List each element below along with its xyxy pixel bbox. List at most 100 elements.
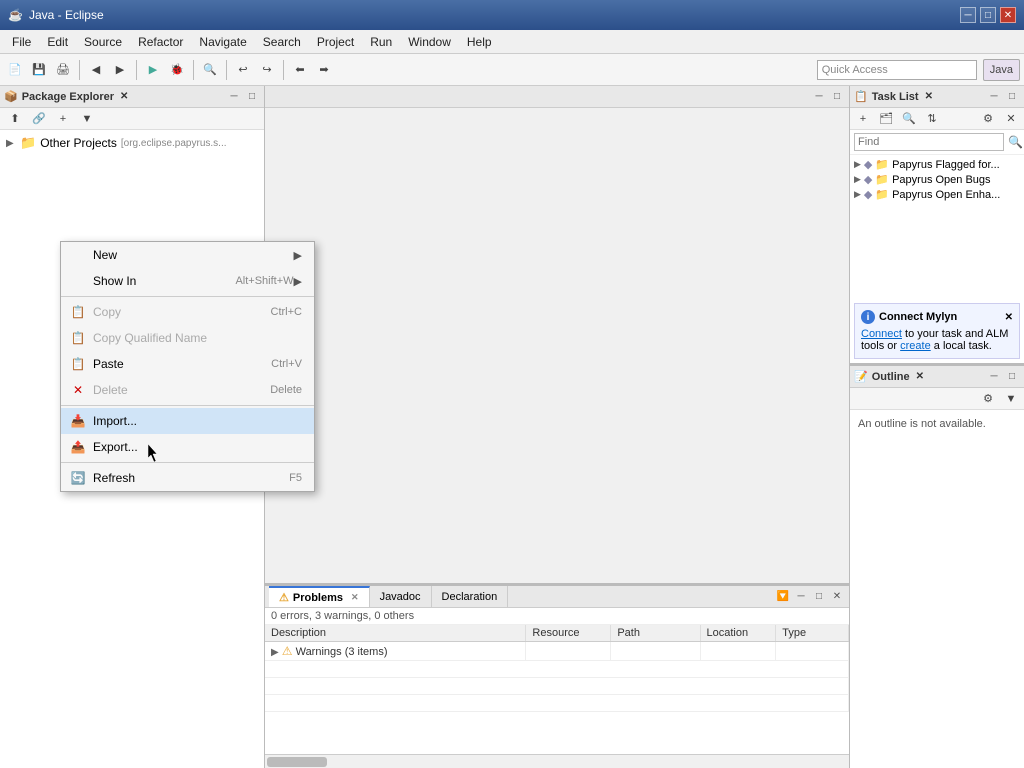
close-button[interactable]: ✕ <box>1000 7 1016 23</box>
tab-javadoc[interactable]: Javadoc <box>370 586 432 607</box>
task-settings-icon[interactable]: ⚙ <box>977 108 999 130</box>
outline-minimize-icon[interactable]: ─ <box>986 369 1002 385</box>
bottom-filter-icon[interactable]: 🔽 <box>775 589 791 605</box>
task-arrow-icon-2: ◆ <box>864 188 872 201</box>
ctx-copy[interactable]: 📋 Copy Ctrl+C <box>61 299 314 325</box>
menu-edit[interactable]: Edit <box>39 33 76 51</box>
task-item-2[interactable]: ▶ ◆ 📁 Papyrus Open Enha... <box>852 187 1022 202</box>
task-list-maximize-icon[interactable]: □ <box>1004 89 1020 105</box>
create-link[interactable]: create <box>900 340 931 352</box>
outline-close-icon[interactable]: ✕ <box>916 371 924 382</box>
menu-project[interactable]: Project <box>309 33 362 51</box>
ctx-import[interactable]: 📥 Import... <box>61 408 314 434</box>
toolbar-redo[interactable]: ↪ <box>256 59 278 81</box>
table-row[interactable]: ▶ ⚠ Warnings (3 items) <box>265 642 849 661</box>
menu-search[interactable]: Search <box>255 33 309 51</box>
maximize-button[interactable]: □ <box>980 7 996 23</box>
center-maximize-icon[interactable]: □ <box>829 89 845 105</box>
menu-refactor[interactable]: Refactor <box>130 33 191 51</box>
quick-access-input[interactable]: Quick Access <box>817 60 977 80</box>
toolbar-back[interactable]: ◀ <box>85 59 107 81</box>
bottom-maximize-icon[interactable]: □ <box>811 589 827 605</box>
ctx-paste-shortcut: Ctrl+V <box>271 358 302 370</box>
task-list-header: 📋 Task List ✕ ─ □ <box>850 86 1024 108</box>
scroll-thumb[interactable] <box>267 757 327 767</box>
ctx-show-in[interactable]: Show In Alt+Shift+W ▶ <box>61 268 314 294</box>
ctx-refresh-label: Refresh <box>93 471 289 485</box>
outline-settings-icon[interactable]: ⚙ <box>977 388 999 410</box>
minimize-button[interactable]: ─ <box>960 7 976 23</box>
ctx-refresh[interactable]: 🔄 Refresh F5 <box>61 465 314 491</box>
menu-file[interactable]: File <box>4 33 39 51</box>
task-repo-icon[interactable]: 🗂 <box>875 108 897 130</box>
task-find-bar: 🔍 All ▶ Activ... <box>850 130 1024 155</box>
task-item-1[interactable]: ▶ ◆ 📁 Papyrus Open Bugs <box>852 172 1022 187</box>
ctx-delete[interactable]: ✕ Delete Delete <box>61 377 314 403</box>
task-find-input[interactable] <box>854 133 1004 151</box>
task-list-minimize-icon[interactable]: ─ <box>986 89 1002 105</box>
menu-navigate[interactable]: Navigate <box>191 33 254 51</box>
view-menu-icon[interactable]: ▼ <box>76 108 98 130</box>
ctx-copy-qualified-label: Copy Qualified Name <box>93 331 302 345</box>
menu-source[interactable]: Source <box>76 33 130 51</box>
package-explorer-close-icon[interactable]: ✕ <box>120 91 128 102</box>
toolbar-undo[interactable]: ↩ <box>232 59 254 81</box>
bottom-minimize-icon[interactable]: ─ <box>793 589 809 605</box>
ctx-copy-qualified-icon: 📋 <box>69 329 87 347</box>
task-new-icon[interactable]: + <box>852 108 874 130</box>
tree-item-other-projects[interactable]: ▶ 📁 Other Projects [org.eclipse.papyrus.… <box>4 134 260 152</box>
row-location <box>700 642 776 661</box>
toolbar-run[interactable]: ▶ <box>142 59 164 81</box>
task-folder-1: 📁 <box>875 173 889 186</box>
tree-arrow-other: ▶ <box>6 138 16 149</box>
connect-link[interactable]: Connect <box>861 328 902 340</box>
menu-window[interactable]: Window <box>400 33 459 51</box>
bottom-close-icon[interactable]: ✕ <box>829 589 845 605</box>
menu-run[interactable]: Run <box>362 33 400 51</box>
maximize-panel-icon[interactable]: □ <box>244 89 260 105</box>
menu-help[interactable]: Help <box>459 33 500 51</box>
ctx-copy-icon: 📋 <box>69 303 87 321</box>
task-item-0[interactable]: ▶ ◆ 📁 Papyrus Flagged for... <box>852 157 1022 172</box>
task-find-icon[interactable]: 🔍 <box>1008 135 1023 149</box>
toolbar-navigate-back[interactable]: ⬅ <box>289 59 311 81</box>
task-list-close-icon[interactable]: ✕ <box>925 91 933 102</box>
task-filter-icon[interactable]: 🔍 <box>898 108 920 130</box>
problems-table-scroll[interactable]: Description Resource Path Location Type … <box>265 625 849 754</box>
ctx-paste[interactable]: 📋 Paste Ctrl+V <box>61 351 314 377</box>
toolbar-java-perspective[interactable]: Java <box>983 59 1020 81</box>
problems-tab-close[interactable]: ✕ <box>351 592 359 603</box>
ctx-new[interactable]: New ▶ <box>61 242 314 268</box>
toolbar-new[interactable]: 📄 <box>4 59 26 81</box>
tab-declaration[interactable]: Declaration <box>432 586 509 607</box>
link-editor-icon[interactable]: 🔗 <box>28 108 50 130</box>
outline-maximize-icon[interactable]: □ <box>1004 369 1020 385</box>
ctx-delete-icon: ✕ <box>69 381 87 399</box>
row-expand-arrow[interactable]: ▶ <box>271 647 279 658</box>
toolbar-print[interactable]: 🖨 <box>52 59 74 81</box>
ctx-copy-qualified[interactable]: 📋 Copy Qualified Name <box>61 325 314 351</box>
mylyn-close-icon[interactable]: ✕ <box>1005 312 1013 323</box>
outline-view-menu-icon[interactable]: ▼ <box>1000 388 1022 410</box>
center-editor-area[interactable] <box>265 108 849 583</box>
minimize-panel-icon[interactable]: ─ <box>226 89 242 105</box>
center-minimize-icon[interactable]: ─ <box>811 89 827 105</box>
toolbar-search[interactable]: 🔍 <box>199 59 221 81</box>
bottom-scrollbar[interactable] <box>265 754 849 768</box>
collapse-all-icon[interactable]: ⬆ <box>4 108 26 130</box>
new-icon[interactable]: + <box>52 108 74 130</box>
toolbar-forward[interactable]: ▶ <box>109 59 131 81</box>
task-sort-icon[interactable]: ⇅ <box>921 108 943 130</box>
toolbar-navigate-fwd[interactable]: ➡ <box>313 59 335 81</box>
ctx-export[interactable]: 📤 Export... <box>61 434 314 460</box>
task-close-icon[interactable]: ✕ <box>1000 108 1022 130</box>
javadoc-tab-label: Javadoc <box>380 591 421 603</box>
toolbar-debug[interactable]: 🐞 <box>166 59 188 81</box>
ctx-delete-label: Delete <box>93 383 270 397</box>
problems-tab-label: Problems <box>293 592 343 604</box>
warning-icon: ⚠ <box>282 644 293 658</box>
tab-problems[interactable]: ⚠ Problems ✕ <box>269 586 370 607</box>
col-path: Path <box>611 625 700 642</box>
menu-bar: File Edit Source Refactor Navigate Searc… <box>0 30 1024 54</box>
toolbar-save[interactable]: 💾 <box>28 59 50 81</box>
